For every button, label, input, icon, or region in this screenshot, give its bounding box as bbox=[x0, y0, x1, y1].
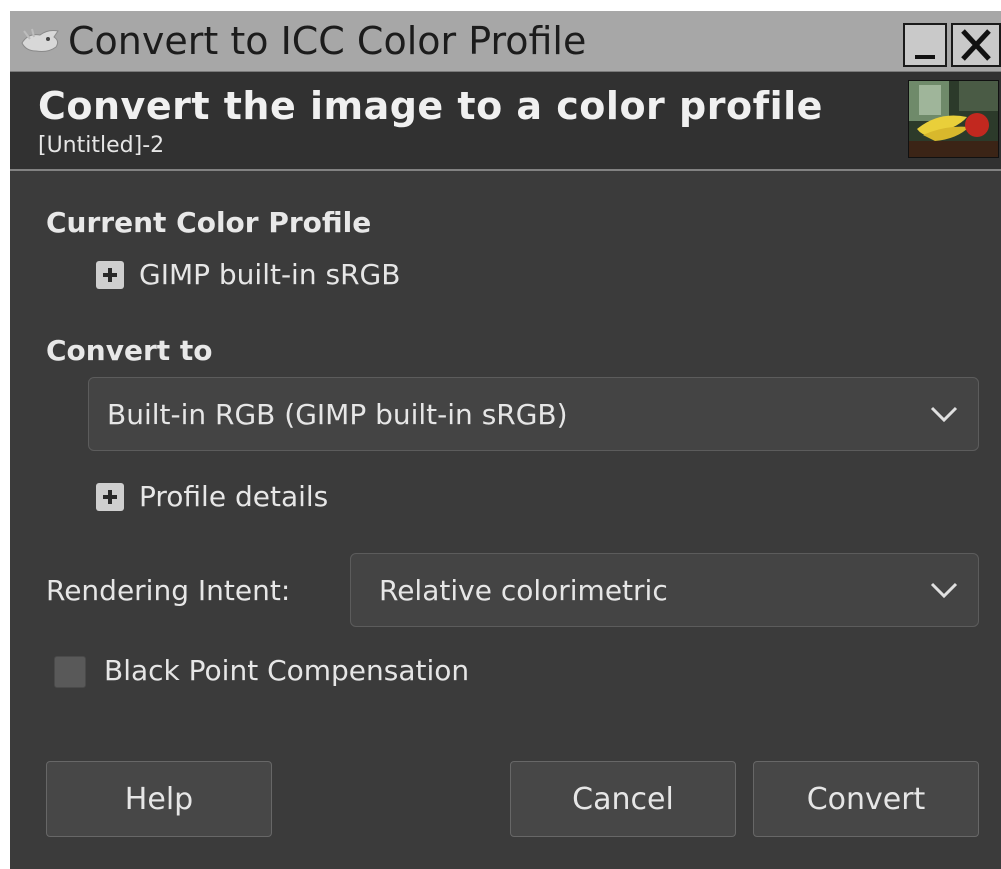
close-button[interactable] bbox=[951, 23, 1001, 67]
plus-expander-icon bbox=[96, 483, 124, 511]
cancel-button[interactable]: Cancel bbox=[510, 761, 736, 837]
rendering-intent-label: Rendering Intent: bbox=[46, 574, 291, 607]
convert-to-heading: Convert to bbox=[46, 334, 213, 367]
current-profile-expander[interactable]: GIMP built-in sRGB bbox=[96, 257, 400, 293]
help-button[interactable]: Help bbox=[46, 761, 272, 837]
window-title: Convert to ICC Color Profile bbox=[68, 19, 587, 63]
black-point-checkbox[interactable] bbox=[54, 656, 86, 688]
dialog-heading: Convert the image to a color profile bbox=[38, 84, 823, 128]
current-profile-heading: Current Color Profile bbox=[46, 206, 372, 239]
chevron-down-icon bbox=[930, 582, 958, 599]
minimize-button[interactable] bbox=[903, 23, 947, 67]
rendering-intent-dropdown[interactable]: Relative colorimetric bbox=[350, 553, 979, 627]
target-profile-value: Built-in RGB (GIMP built-in sRGB) bbox=[107, 398, 568, 431]
black-point-label[interactable]: Black Point Compensation bbox=[104, 653, 469, 689]
plus-expander-icon bbox=[96, 261, 124, 289]
image-name: [Untitled]-2 bbox=[38, 133, 165, 158]
dialog-header: Convert the image to a color profile [Un… bbox=[10, 72, 1001, 171]
convert-button[interactable]: Convert bbox=[753, 761, 979, 837]
close-icon bbox=[961, 29, 991, 61]
target-profile-dropdown[interactable]: Built-in RGB (GIMP built-in sRGB) bbox=[88, 377, 979, 451]
title-bar[interactable]: Convert to ICC Color Profile bbox=[10, 11, 1001, 72]
gimp-app-icon bbox=[21, 28, 59, 52]
chevron-down-icon bbox=[930, 406, 958, 423]
dialog-window: Convert to ICC Color Profile Convert the… bbox=[10, 11, 1001, 869]
image-thumbnail bbox=[908, 80, 999, 158]
minimize-icon bbox=[915, 55, 935, 59]
profile-details-expander[interactable]: Profile details bbox=[96, 479, 328, 515]
rendering-intent-value: Relative colorimetric bbox=[379, 574, 668, 607]
profile-details-label: Profile details bbox=[139, 480, 329, 513]
current-profile-name: GIMP built-in sRGB bbox=[139, 258, 401, 291]
